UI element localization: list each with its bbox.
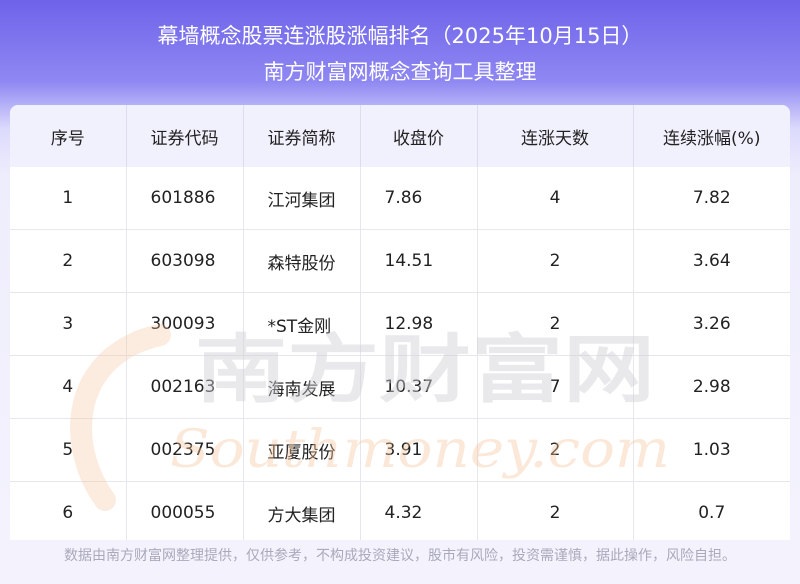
col-header-gain: 连续涨幅(%) xyxy=(633,105,790,167)
cell-close: 10.37 xyxy=(360,355,478,419)
cell-code: 002163 xyxy=(126,355,244,419)
cell-close: 3.91 xyxy=(360,418,478,482)
table-row: 1 601886 江河集团 7.86 4 7.82 xyxy=(10,167,790,230)
cell-close: 12.98 xyxy=(360,292,478,356)
table-row: 3 300093 *ST金刚 12.98 2 3.26 xyxy=(10,292,790,356)
table-row: 6 000055 方大集团 4.32 2 0.7 xyxy=(10,481,790,540)
footer-disclaimer: 数据由南方财富网整理提供，仅供参考，不构成投资建议，股市有风险，投资需谨慎，据此… xyxy=(64,548,736,564)
table-row: 5 002375 亚厦股份 3.91 2 1.03 xyxy=(10,418,790,482)
cell-code: 603098 xyxy=(126,229,244,293)
cell-index: 3 xyxy=(10,292,127,356)
col-header-close: 收盘价 xyxy=(360,105,478,167)
cell-days: 2 xyxy=(477,418,634,482)
cell-index: 6 xyxy=(10,481,127,540)
cell-code: 300093 xyxy=(126,292,244,356)
cell-name: 森特股份 xyxy=(243,229,361,293)
cell-close: 14.51 xyxy=(360,229,478,293)
cell-close: 4.32 xyxy=(360,481,478,540)
cell-days: 2 xyxy=(477,292,634,356)
table-row: 4 002163 海南发展 10.37 7 2.98 xyxy=(10,355,790,419)
page-header: 幕墙概念股票连涨股涨幅排名（2025年10月15日） 南方财富网概念查询工具整理 xyxy=(0,0,800,105)
cell-gain: 3.26 xyxy=(633,292,790,356)
cell-gain: 3.64 xyxy=(633,229,790,293)
col-header-days: 连涨天数 xyxy=(477,105,634,167)
ranking-table-card: 序号 证券代码 证券简称 收盘价 连涨天数 连续涨幅(%) 1 601886 江… xyxy=(10,105,790,540)
col-header-code: 证券代码 xyxy=(126,105,244,167)
cell-name: 海南发展 xyxy=(243,355,361,419)
page-subtitle: 南方财富网概念查询工具整理 xyxy=(263,60,537,84)
cell-days: 7 xyxy=(477,355,634,419)
cell-code: 601886 xyxy=(126,167,244,230)
cell-name: 亚厦股份 xyxy=(243,418,361,482)
table-row: 2 603098 森特股份 14.51 2 3.64 xyxy=(10,229,790,293)
cell-name: 江河集团 xyxy=(243,167,361,230)
cell-name: *ST金刚 xyxy=(243,292,361,356)
cell-days: 4 xyxy=(477,167,634,230)
cell-gain: 7.82 xyxy=(633,167,790,230)
table-header-row: 序号 证券代码 证券简称 收盘价 连涨天数 连续涨幅(%) xyxy=(10,105,790,167)
cell-days: 2 xyxy=(477,481,634,540)
cell-code: 002375 xyxy=(126,418,244,482)
cell-gain: 1.03 xyxy=(633,418,790,482)
cell-index: 2 xyxy=(10,229,127,293)
cell-gain: 2.98 xyxy=(633,355,790,419)
cell-index: 5 xyxy=(10,418,127,482)
col-header-index: 序号 xyxy=(10,105,127,167)
ranking-table: 序号 证券代码 证券简称 收盘价 连涨天数 连续涨幅(%) 1 601886 江… xyxy=(10,105,790,540)
cell-days: 2 xyxy=(477,229,634,293)
cell-code: 000055 xyxy=(126,481,244,540)
cell-index: 1 xyxy=(10,167,127,230)
cell-name: 方大集团 xyxy=(243,481,361,540)
page-title: 幕墙概念股票连涨股涨幅排名（2025年10月15日） xyxy=(157,24,643,48)
cell-close: 7.86 xyxy=(360,167,478,230)
col-header-name: 证券简称 xyxy=(243,105,361,167)
cell-gain: 0.7 xyxy=(633,481,790,540)
cell-index: 4 xyxy=(10,355,127,419)
